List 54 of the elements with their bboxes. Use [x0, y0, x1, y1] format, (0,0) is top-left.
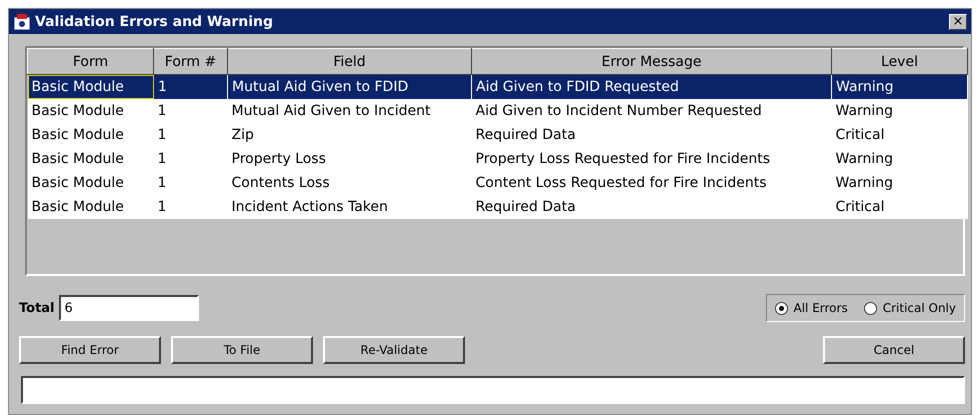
table-cell: Basic Module — [28, 170, 154, 194]
table-cell: Required Data — [472, 194, 832, 218]
table-cell: Zip — [228, 122, 472, 146]
action-button[interactable]: Re-Validate — [323, 336, 465, 364]
table-cell: Required Data — [472, 122, 832, 146]
table-cell: Warning — [832, 74, 968, 98]
radio-icon[interactable] — [774, 302, 788, 314]
table-cell: Property Loss Requested for Fire Incidents — [472, 146, 832, 170]
table-cell: Critical — [832, 122, 968, 146]
app-icon — [13, 12, 31, 30]
table-cell: Contents Loss — [228, 170, 472, 194]
table-cell: 1 — [154, 74, 228, 98]
table-cell: Critical — [832, 194, 968, 218]
table-cell: Warning — [832, 170, 968, 194]
radio-icon[interactable] — [864, 302, 877, 314]
column-header[interactable]: Form — [28, 48, 154, 74]
table-cell: 1 — [154, 170, 228, 194]
table-row[interactable]: Basic Module 1 Zip Required Data Critical — [28, 122, 968, 146]
table-cell: 1 — [154, 146, 228, 170]
column-header[interactable]: Level — [832, 48, 968, 74]
table-cell: 1 — [154, 98, 228, 122]
table-cell: 1 — [154, 122, 228, 146]
total-label: Total — [19, 300, 55, 316]
column-header[interactable]: Form # — [154, 48, 228, 74]
close-button[interactable]: × — [949, 14, 967, 30]
table-row[interactable]: Basic Module 1 Mutual Aid Given to FDID Aid Given to FDID Requested Warning — [28, 74, 968, 98]
table-row[interactable]: Basic Module 1 Mutual Aid Given to Incident Aid Given to Incident Number Requested Warning — [28, 98, 968, 122]
action-button[interactable]: Find Error — [19, 336, 161, 364]
filter-radio[interactable]: Critical Only — [864, 301, 956, 315]
table-row[interactable]: Basic Module 1 Incident Actions Taken Required Data Critical — [28, 194, 968, 218]
column-header[interactable]: Field — [228, 48, 472, 74]
table-cell: Property Loss — [228, 146, 472, 170]
table-cell: Incident Actions Taken — [228, 194, 472, 218]
table-cell: Basic Module — [28, 194, 154, 218]
table-cell: Basic Module — [28, 122, 154, 146]
table-cell: Basic Module — [28, 146, 154, 170]
window-title: Validation Errors and Warning — [35, 14, 274, 30]
column-header[interactable]: Error Message — [472, 48, 832, 74]
table-cell: Aid Given to FDID Requested — [472, 74, 832, 98]
table-cell: 1 — [154, 194, 228, 218]
filter-radio[interactable]: All Errors — [774, 301, 848, 315]
action-button[interactable]: To File — [171, 336, 313, 364]
table-cell: Aid Given to Incident Number Requested — [472, 98, 832, 122]
table-cell: Content Loss Requested for Fire Incidents — [472, 170, 832, 194]
table-cell: Basic Module — [28, 74, 154, 98]
table-cell: Warning — [832, 146, 968, 170]
table-cell: Mutual Aid Given to FDID — [228, 74, 472, 98]
table-row[interactable]: Basic Module 1 Contents Loss Content Loss Requested for Fire Incidents Warning — [28, 170, 968, 194]
total-field[interactable]: 6 — [58, 295, 199, 321]
table-cell: Mutual Aid Given to Incident — [228, 98, 472, 122]
table-cell: Warning — [832, 98, 968, 122]
table-row[interactable]: Basic Module 1 Property Loss Property Loss Requested for Fire Incidents Warning — [28, 146, 968, 170]
table-cell: Basic Module — [28, 98, 154, 122]
cancel-button[interactable]: Cancel — [823, 336, 965, 364]
